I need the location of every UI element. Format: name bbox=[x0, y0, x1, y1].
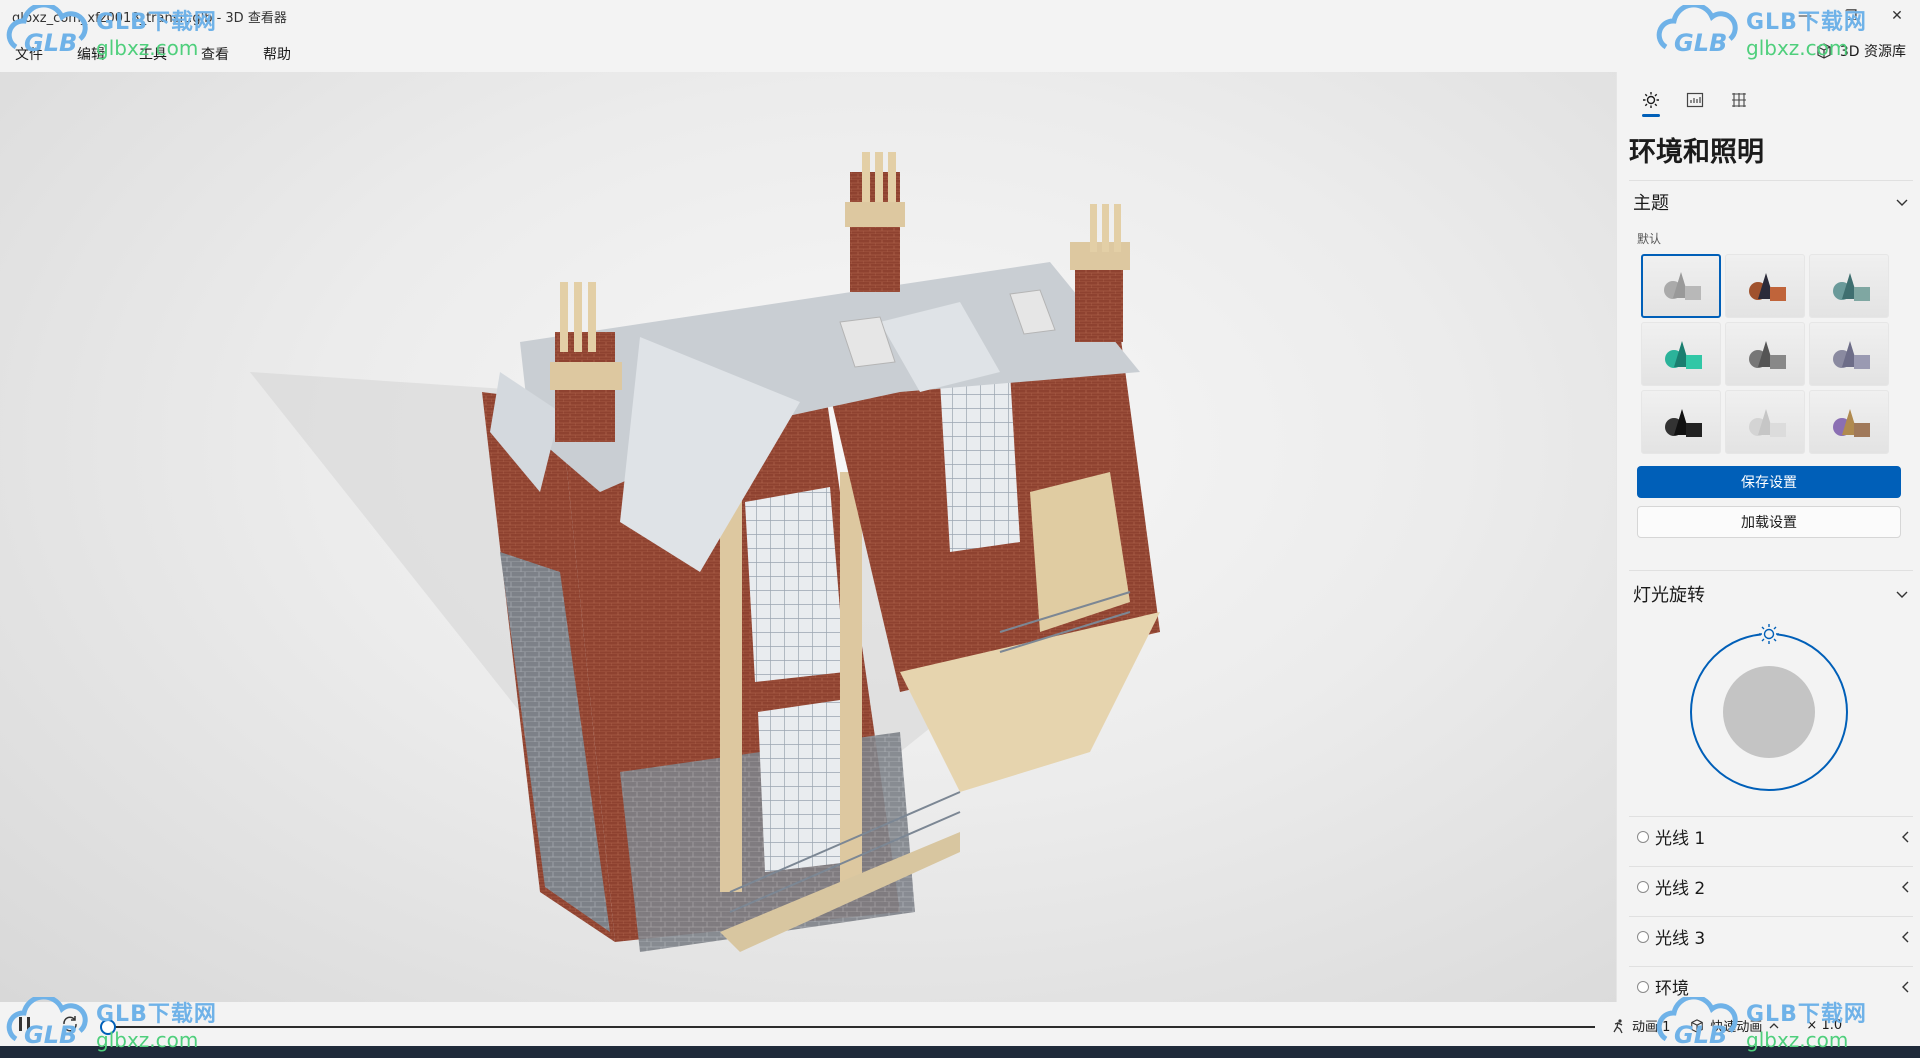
theme-swatch-9[interactable] bbox=[1809, 390, 1889, 454]
light-1-radio[interactable] bbox=[1637, 830, 1649, 843]
close-button[interactable]: ✕ bbox=[1874, 0, 1920, 32]
watermark-brand: GLB下载网 bbox=[1746, 1002, 1867, 1027]
chevron-left-icon bbox=[1902, 931, 1909, 942]
grid-icon bbox=[1732, 93, 1746, 107]
chevron-down-icon bbox=[1896, 199, 1908, 206]
theme-swatch-1[interactable] bbox=[1641, 254, 1721, 318]
theme-swatch-4[interactable] bbox=[1641, 322, 1721, 386]
logo-text: GLB bbox=[24, 29, 77, 57]
theme-swatch-7[interactable] bbox=[1641, 390, 1721, 454]
watermark-domain: glbxz.com bbox=[1746, 1028, 1849, 1052]
building-model[interactable] bbox=[0, 72, 1616, 1002]
menu-bar: 文件 编辑 工具 查看 帮助 3D 资源库 bbox=[0, 32, 1920, 72]
light-2-row[interactable]: 光线 2 bbox=[1629, 866, 1913, 906]
theme-grid bbox=[1641, 254, 1893, 454]
theme-swatch-6[interactable] bbox=[1809, 322, 1889, 386]
environment-panel: 环境和照明 主题 默认 保存设置 加载设置 灯光旋转 光线 1 光线 2 光线 … bbox=[1616, 72, 1920, 1002]
light-rotation-label: 灯光旋转 bbox=[1633, 585, 1705, 606]
logo-text: GLB bbox=[24, 1021, 77, 1049]
chevron-left-icon bbox=[1902, 981, 1909, 992]
logo-text: GLB bbox=[1674, 29, 1727, 57]
chart-icon bbox=[1686, 92, 1704, 108]
tab-lighting[interactable] bbox=[1629, 84, 1673, 117]
theme-swatch-2[interactable] bbox=[1725, 254, 1805, 318]
tab-stats[interactable] bbox=[1673, 84, 1717, 116]
light-3-radio[interactable] bbox=[1637, 930, 1649, 943]
save-settings-button[interactable]: 保存设置 bbox=[1637, 466, 1901, 498]
sun-handle-icon[interactable] bbox=[1759, 624, 1779, 644]
watermark-top-right: GLB GLB下载网 glbxz.com bbox=[1652, 4, 1867, 60]
light-1-row[interactable]: 光线 1 bbox=[1629, 816, 1913, 856]
light-3-row[interactable]: 光线 3 bbox=[1629, 916, 1913, 956]
tab-grid[interactable] bbox=[1717, 84, 1761, 116]
load-settings-button[interactable]: 加载设置 bbox=[1637, 506, 1901, 538]
chevron-left-icon bbox=[1902, 831, 1909, 842]
watermark-bottom-left: GLB GLB下载网 glbxz.com bbox=[2, 996, 217, 1052]
theme-section-header[interactable]: 主题 bbox=[1629, 187, 1909, 217]
logo-text: GLB bbox=[1674, 1021, 1727, 1049]
theme-swatch-3[interactable] bbox=[1809, 254, 1889, 318]
environment-radio[interactable] bbox=[1637, 980, 1649, 993]
divider bbox=[1629, 180, 1913, 181]
theme-section-label: 主题 bbox=[1633, 193, 1669, 214]
theme-default-label: 默认 bbox=[1637, 232, 1662, 246]
sun-icon bbox=[1643, 92, 1659, 108]
light-rotation-header[interactable]: 灯光旋转 bbox=[1629, 579, 1909, 609]
light-3-label: 光线 3 bbox=[1655, 929, 1706, 949]
watermark-brand: GLB下载网 bbox=[1746, 10, 1867, 35]
cloud-logo-icon: GLB bbox=[6, 997, 88, 1049]
watermark-brand: GLB下载网 bbox=[96, 10, 217, 35]
cloud-logo-icon: GLB bbox=[6, 5, 88, 57]
animation-timeline[interactable] bbox=[110, 1026, 1595, 1028]
watermark-domain: glbxz.com bbox=[1746, 36, 1849, 60]
watermark-domain: glbxz.com bbox=[96, 1028, 199, 1052]
cloud-logo-icon: GLB bbox=[1656, 997, 1738, 1049]
chevron-left-icon bbox=[1902, 881, 1909, 892]
light-rotation-dial[interactable] bbox=[1689, 622, 1853, 792]
cloud-logo-icon: GLB bbox=[1656, 5, 1738, 57]
theme-swatch-5[interactable] bbox=[1725, 322, 1805, 386]
running-icon bbox=[1613, 1018, 1623, 1033]
light-2-radio[interactable] bbox=[1637, 880, 1649, 893]
divider bbox=[1629, 570, 1913, 571]
light-1-label: 光线 1 bbox=[1655, 829, 1706, 849]
watermark-brand: GLB下载网 bbox=[96, 1002, 217, 1027]
menu-help[interactable]: 帮助 bbox=[254, 42, 300, 66]
3d-viewport[interactable] bbox=[0, 72, 1616, 1002]
watermark-domain: glbxz.com bbox=[96, 36, 199, 60]
watermark-bottom-right: GLB GLB下载网 glbxz.com bbox=[1652, 996, 1867, 1052]
taskbar bbox=[0, 1046, 1920, 1058]
chevron-down-icon bbox=[1896, 591, 1908, 598]
watermark-top-left: GLB GLB下载网 glbxz.com bbox=[2, 4, 217, 60]
panel-tabs bbox=[1629, 84, 1761, 117]
title-bar: glbxz_com_xfz0018_transit.glb - 3D 查看器 —… bbox=[0, 0, 1920, 32]
theme-swatch-8[interactable] bbox=[1725, 390, 1805, 454]
light-2-label: 光线 2 bbox=[1655, 879, 1706, 899]
animation-bar: 动画 1 快速动画 × 1.0 bbox=[0, 1002, 1920, 1046]
panel-title: 环境和照明 bbox=[1629, 137, 1764, 168]
